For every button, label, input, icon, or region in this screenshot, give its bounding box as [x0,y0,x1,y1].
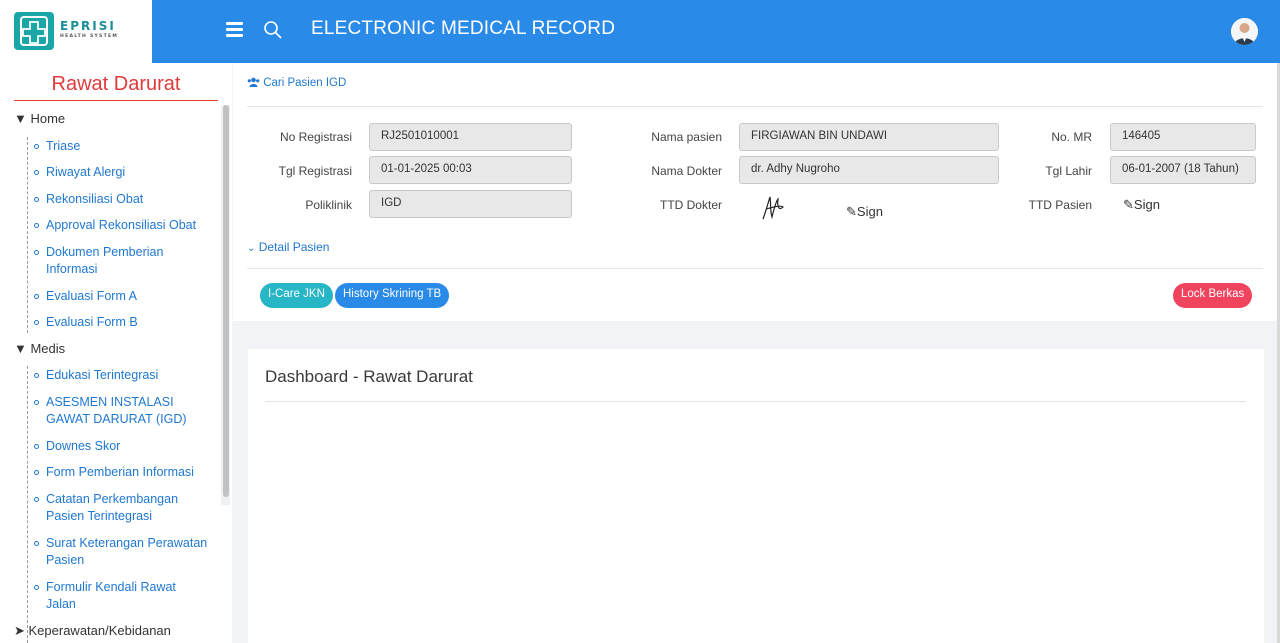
sidebar-item-evaluasi-form-b[interactable]: Evaluasi Form B [34,314,209,331]
pen-icon: ✎ [1123,197,1134,212]
sidebar-item-form-pemberian[interactable]: Form Pemberian Informasi [34,464,209,481]
sidebar-item-catatan-perkembangan[interactable]: Catatan Perkembangan Pasien Terintegrasi [34,491,209,525]
dashboard-panel: Dashboard - Rawat Darurat [248,349,1264,643]
history-skrining-tb-button[interactable]: History Skrining TB [335,283,450,308]
poliklinik-field[interactable]: IGD [369,190,572,218]
sidebar-item-downes-skor[interactable]: Downes Skor [34,438,209,455]
sidebar-item-edukasi[interactable]: Edukasi Terintegrasi [34,367,209,384]
ttd-pasien-label: TTD Pasien [1028,198,1092,212]
tgl-registrasi-field[interactable]: 01-01-2025 00:03 [369,156,572,184]
no-registrasi-field[interactable]: RJ2501010001 [369,123,572,151]
divider [247,268,1263,269]
users-icon [247,77,260,87]
top-bar: EPRISI HEALTH SYSTEM ELECTRONIC MEDICAL … [0,0,1280,63]
tgl-lahir-field[interactable]: 06-01-2007 (18 Tahun) [1110,156,1256,184]
poliklinik-label: Poliklinik [305,198,352,212]
menu-toggle-icon[interactable] [226,22,243,37]
no-mr-label: No. MR [1051,130,1092,144]
brand-tagline: HEALTH SYSTEM [60,34,119,39]
divider [247,106,1263,107]
ttd-pasien-sign-link[interactable]: ✎Sign [1123,197,1160,213]
icare-jkn-button[interactable]: I-Care JKN [260,283,333,308]
dashboard-title: Dashboard - Rawat Darurat [265,367,473,386]
brand-logo[interactable]: EPRISI HEALTH SYSTEM [0,0,152,63]
tree-guide-line [27,137,28,333]
no-registrasi-label: No Registrasi [279,130,352,144]
sidebar-group-home[interactable]: ▼ Home [14,111,65,126]
sidebar-item-asesmen-igd[interactable]: ASESMEN INSTALASI GAWAT DARURAT (IGD) [34,394,209,428]
nama-pasien-field[interactable]: FIRGIAWAN BIN UNDAWI [739,123,999,151]
sidebar-group-medis[interactable]: ▼ Medis [14,341,65,356]
sidebar-item-surat-keterangan[interactable]: Surat Keterangan Perawatan Pasien [34,535,209,569]
sidebar-group-keperawatan[interactable]: ➤ Keperawatan/Kebidanan [14,623,171,639]
lock-berkas-button[interactable]: Lock Berkas [1173,283,1253,308]
chevron-down-icon: ⌄ [247,243,256,254]
brand-name: EPRISI [60,19,116,33]
nama-dokter-field[interactable]: dr. Adhy Nugroho [739,156,999,184]
detail-pasien-toggle[interactable]: ⌄ Detail Pasien [247,240,329,254]
app-title: ELECTRONIC MEDICAL RECORD [311,18,616,39]
tgl-lahir-label: Tgl Lahir [1045,164,1092,178]
sidebar-item-triase[interactable]: Triase [34,138,209,155]
user-avatar[interactable] [1231,18,1258,45]
search-icon[interactable] [263,20,283,40]
sidebar: Rawat Darurat ▼ Home Triase Riwayat Aler… [0,63,232,643]
patient-info-card: Cari Pasien IGD No Registrasi RJ25010100… [233,63,1277,321]
tree-guide-line [27,366,28,643]
sidebar-item-formulir-kendali[interactable]: Formulir Kendali Rawat Jalan [34,579,209,613]
nama-pasien-label: Nama pasien [651,130,722,144]
brand-cross-icon [14,12,54,50]
tgl-registrasi-label: Tgl Registrasi [278,164,352,178]
nama-dokter-label: Nama Dokter [651,164,722,178]
sidebar-item-evaluasi-form-a[interactable]: Evaluasi Form A [34,288,209,305]
divider [265,401,1246,402]
sidebar-item-riwayat-alergi[interactable]: Riwayat Alergi [34,164,209,181]
ttd-dokter-sign-link[interactable]: ✎Sign [846,204,883,220]
doctor-signature-image [762,196,784,220]
sidebar-item-dokumen-pemberian[interactable]: Dokumen Pemberian Informasi [34,244,209,278]
no-mr-field[interactable]: 146405 [1110,123,1256,151]
cari-pasien-link[interactable]: Cari Pasien IGD [247,77,346,89]
scrollbar-thumb[interactable] [223,105,229,497]
ttd-dokter-label: TTD Dokter [659,198,722,212]
pen-icon: ✎ [846,204,857,219]
sidebar-item-rekonsiliasi-obat[interactable]: Rekonsiliasi Obat [34,191,209,208]
sidebar-scrollbar[interactable] [221,105,230,505]
sidebar-title: Rawat Darurat [14,73,218,101]
sidebar-item-approval-rekonsiliasi[interactable]: Approval Rekonsiliasi Obat [34,217,209,234]
